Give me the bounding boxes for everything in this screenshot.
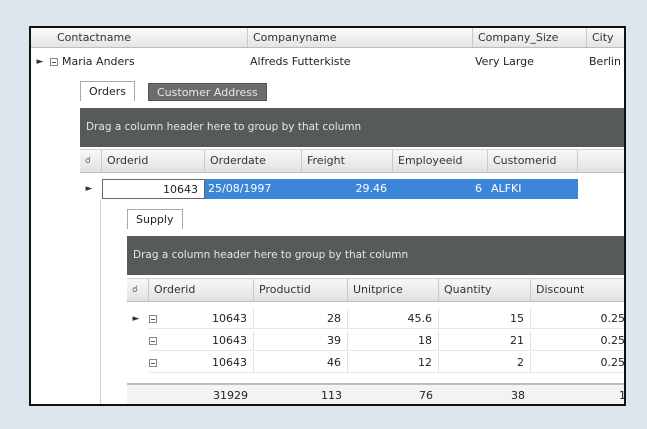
grid-frame: Contactname Companyname Company_Size Cit… [29, 26, 626, 406]
cell-companyname: Alfreds Futterkiste [250, 55, 351, 68]
tab-customer-address[interactable]: Customer Address [148, 83, 267, 101]
column-header-orderid[interactable]: Orderid [102, 150, 205, 172]
column-header-discount[interactable]: Discount [531, 279, 624, 301]
cell-orderid: 10643 [149, 309, 254, 329]
supply-totals-footer: 31929 113 76 38 1 [127, 383, 626, 404]
cell-quantity: 15 [439, 309, 531, 329]
cell-quantity: 2 [439, 353, 531, 373]
orders-header: ☌ Orderid Orderdate Freight Employeeid C… [80, 149, 624, 173]
column-header-freight[interactable]: Freight [302, 150, 393, 172]
master-header: Contactname Companyname Company_Size Cit… [31, 28, 624, 48]
total-productid: 113 [321, 389, 342, 402]
cell-employeeid[interactable]: 6 [393, 179, 488, 199]
search-icon[interactable]: ☌ [80, 150, 102, 172]
column-header-customerid[interactable]: Customerid [488, 150, 578, 172]
supply-row[interactable]: 10643 46 12 2 0.25 [127, 353, 624, 373]
cell-contactname: Maria Anders [62, 55, 135, 68]
cell-freight[interactable]: 29.46 [302, 179, 393, 199]
column-header-quantity[interactable]: Quantity [439, 279, 531, 301]
column-header-companyname[interactable]: Companyname [248, 28, 473, 47]
tab-supply[interactable]: Supply [127, 209, 183, 229]
collapse-icon[interactable] [50, 58, 58, 66]
cell-discount: 0.25 [531, 309, 624, 329]
cell-productid: 39 [254, 331, 348, 351]
cell-productid: 28 [254, 309, 348, 329]
cell-orderid: 10643 [149, 353, 254, 373]
column-header-unitprice[interactable]: Unitprice [348, 279, 439, 301]
column-header-employeeid[interactable]: Employeeid [393, 150, 488, 172]
orders-row[interactable]: ► 10643 25/08/1997 29.46 6 ALFKI [80, 179, 580, 199]
cell-quantity: 21 [439, 331, 531, 351]
cell-productid: 46 [254, 353, 348, 373]
supply-header: ☌ Orderid Productid Unitprice Quantity D… [127, 278, 624, 302]
cell-orderdate[interactable]: 25/08/1997 [205, 179, 302, 199]
cell-orderid[interactable]: 10643 [102, 179, 205, 199]
row-indicator-icon: ► [36, 57, 44, 67]
cell-discount: 0.25 [531, 353, 624, 373]
master-row[interactable]: ► Maria Anders Alfreds Futterkiste Very … [31, 52, 624, 72]
cell-discount: 0.25 [531, 331, 624, 351]
cell-unitprice: 45.6 [348, 309, 439, 329]
total-discount: 1 [619, 389, 626, 402]
column-header-city[interactable]: City [587, 28, 624, 47]
cell-company-size: Very Large [475, 55, 534, 68]
row-indicator-icon: ► [132, 314, 140, 324]
search-icon[interactable]: ☌ [127, 279, 149, 301]
orders-group-panel[interactable]: Drag a column header here to group by th… [80, 108, 624, 147]
column-header-productid[interactable]: Productid [254, 279, 348, 301]
cell-orderid: 10643 [149, 331, 254, 351]
cell-unitprice: 18 [348, 331, 439, 351]
total-orderid: 31929 [213, 389, 248, 402]
tab-orders[interactable]: Orders [80, 81, 135, 101]
cell-customerid[interactable]: ALFKI [488, 179, 578, 199]
total-unitprice: 76 [419, 389, 433, 402]
total-quantity: 38 [511, 389, 525, 402]
supply-group-panel[interactable]: Drag a column header here to group by th… [127, 236, 624, 275]
row-indicator-icon: ► [85, 184, 93, 194]
supply-row[interactable]: 10643 39 18 21 0.25 [127, 331, 624, 351]
column-header-orderid[interactable]: Orderid [149, 279, 254, 301]
column-header-orderdate[interactable]: Orderdate [205, 150, 302, 172]
supply-row[interactable]: ► 10643 28 45.6 15 0.25 [127, 309, 624, 329]
tree-guide-line [100, 200, 101, 404]
cell-city: Berlin [589, 55, 621, 68]
column-header-company-size[interactable]: Company_Size [473, 28, 587, 47]
cell-unitprice: 12 [348, 353, 439, 373]
column-header-contactname[interactable]: Contactname [31, 28, 248, 47]
